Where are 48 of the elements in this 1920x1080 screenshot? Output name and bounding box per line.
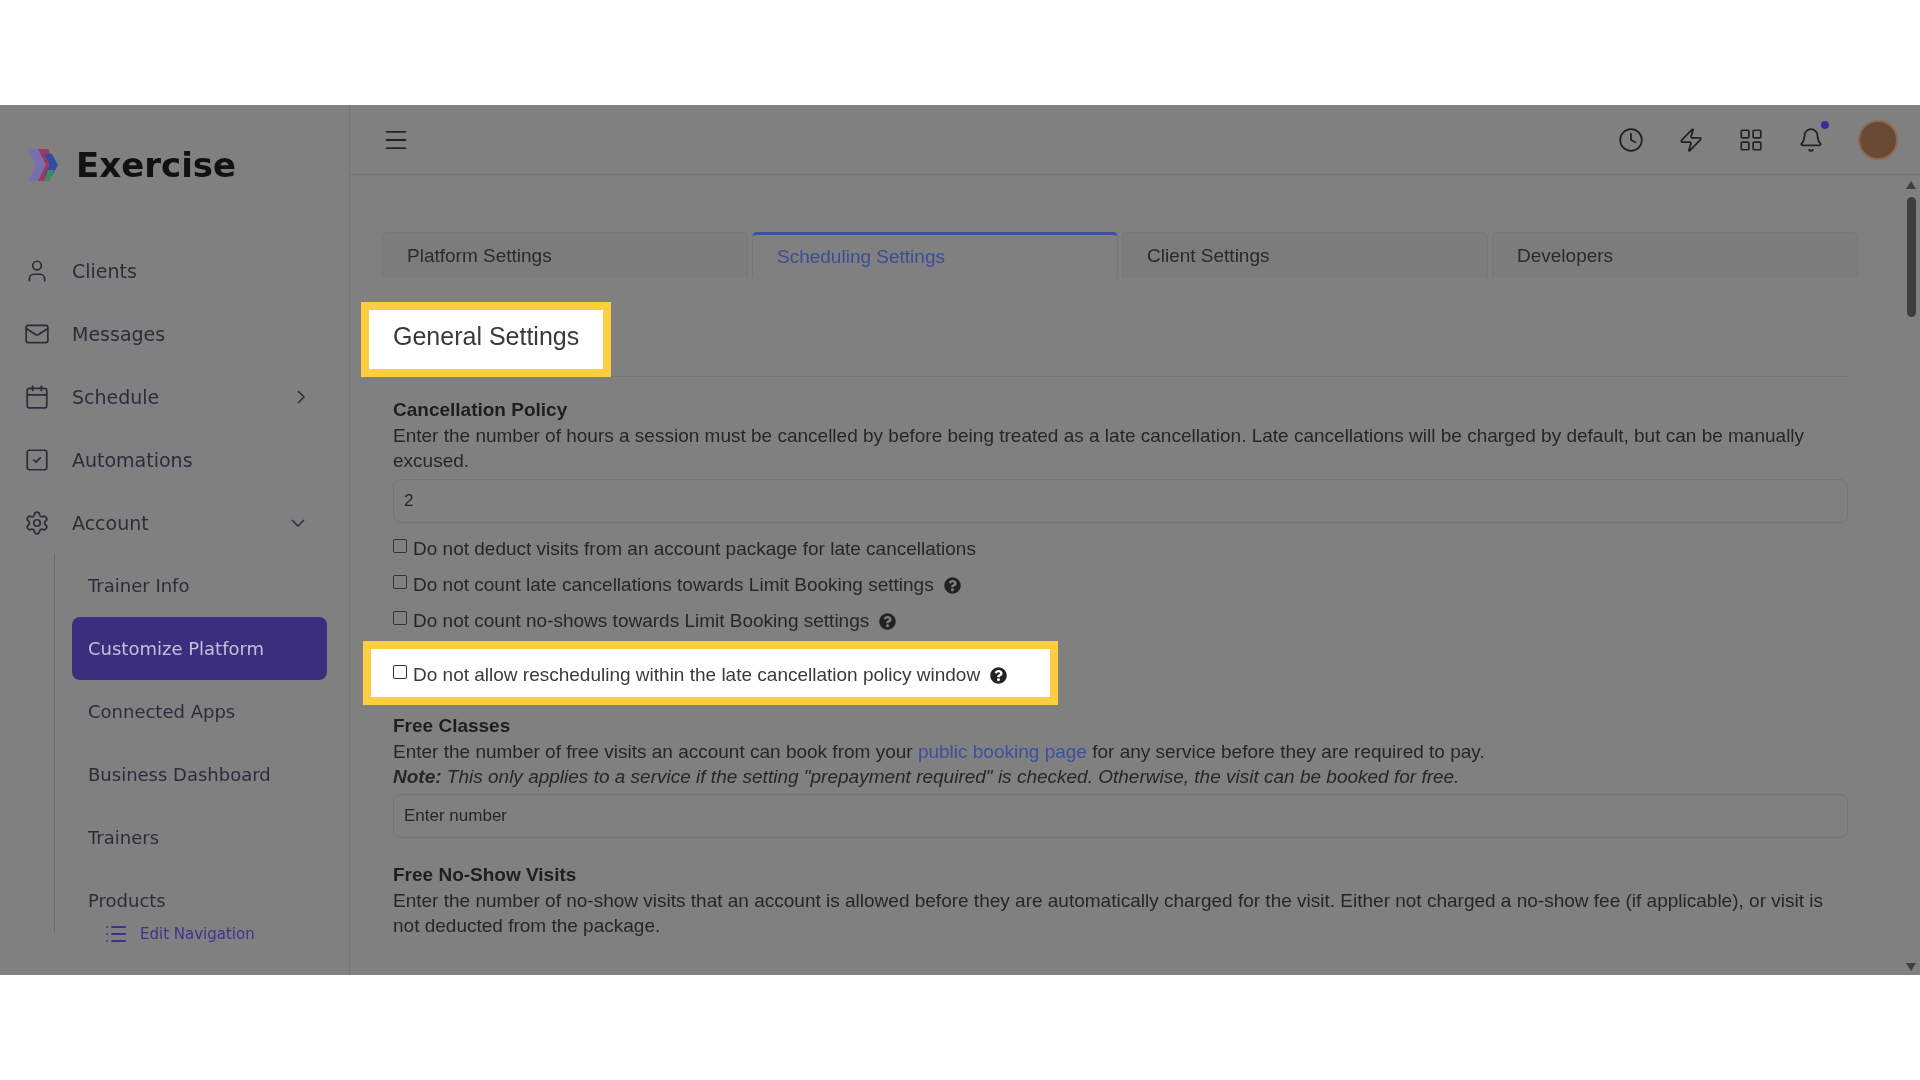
booking-page-link[interactable]: public booking page (917, 741, 1087, 762)
checkbox[interactable] (393, 611, 407, 625)
section-heading: Free Classes (393, 715, 512, 737)
scroll-up-icon[interactable] (1906, 181, 1916, 189)
nav-subitem[interactable]: Customize Platform (72, 617, 327, 680)
nav-subitem[interactable]: Trainer Info (72, 554, 327, 617)
scroll-down-icon[interactable] (1906, 963, 1916, 971)
gear-icon (24, 509, 50, 536)
lightning-icon[interactable] (1678, 126, 1704, 153)
nav-item[interactable]: Clients (24, 239, 349, 302)
nav-item[interactable]: Schedule (24, 365, 349, 428)
grid-icon[interactable] (1738, 126, 1764, 153)
edit-navigation-link[interactable]: Edit Navigation (140, 925, 255, 943)
nav-subitem[interactable]: Connected Apps (72, 680, 327, 743)
checkbox-label: Do not deduct visits from an account package for late cancellations (413, 538, 976, 560)
tab[interactable]: Developers (1492, 232, 1858, 278)
bell-icon[interactable] (1798, 126, 1824, 153)
hours-input-field[interactable]: 2 (393, 479, 1848, 523)
description: Enter the number of free visits an account can book from your public booking page for any service before they are required to pay. (393, 740, 1486, 764)
checkbox[interactable] (393, 539, 407, 553)
nav-item[interactable]: Account (24, 491, 349, 554)
section-heading: Free No-Show Visits (393, 864, 578, 886)
section-title: General Settings (361, 302, 612, 377)
checkbox-label: Do not count no-shows towards Limit Booking settings (413, 610, 870, 632)
nav-item[interactable]: Automations (24, 428, 349, 491)
checkbox-icon (24, 446, 50, 473)
description: Enter the number of no-show visits that an account is allowed before they are automatically charged for the visit. Either not charged a no-show fee (if applicable), or visit is not deducted from the package. (393, 889, 1824, 938)
logo-text: Exercise (76, 145, 237, 185)
chevron-right-icon (297, 389, 305, 404)
scrollbar-thumb[interactable] (1906, 197, 1916, 317)
tab[interactable]: Scheduling Settings (752, 232, 1118, 278)
checkbox-label: Do not allow rescheduling within the late cancellation policy window (413, 664, 981, 686)
number-input-field[interactable]: Enter number (393, 794, 1848, 838)
checkbox-label: Do not count late cancellations towards Limit Booking settings (413, 574, 934, 596)
tab[interactable]: Platform Settings (382, 232, 748, 278)
help-icon[interactable] (990, 666, 1008, 684)
note: Note: This only applies to a service if the setting "prepayment required" is checked. Otherwise, the visit can be booked for free. (393, 765, 1461, 789)
nav-subitem[interactable]: Trainers (72, 806, 327, 869)
checkbox[interactable] (393, 665, 407, 679)
calendar-icon (24, 383, 50, 410)
section-heading: Cancellation Policy (393, 399, 569, 421)
checkbox[interactable] (393, 575, 407, 589)
nav-item[interactable]: Messages (24, 302, 349, 365)
chevron-down-icon (291, 518, 305, 527)
nav-subitem[interactable]: Business Dashboard (72, 743, 327, 806)
tab[interactable]: Client Settings (1122, 232, 1488, 278)
description: Enter the number of hours a session must be cancelled by before being treated as a late cancellation. Late cancellations will be charged by default, but can be manually excused. (393, 424, 1806, 473)
clock-icon[interactable] (1618, 126, 1644, 153)
